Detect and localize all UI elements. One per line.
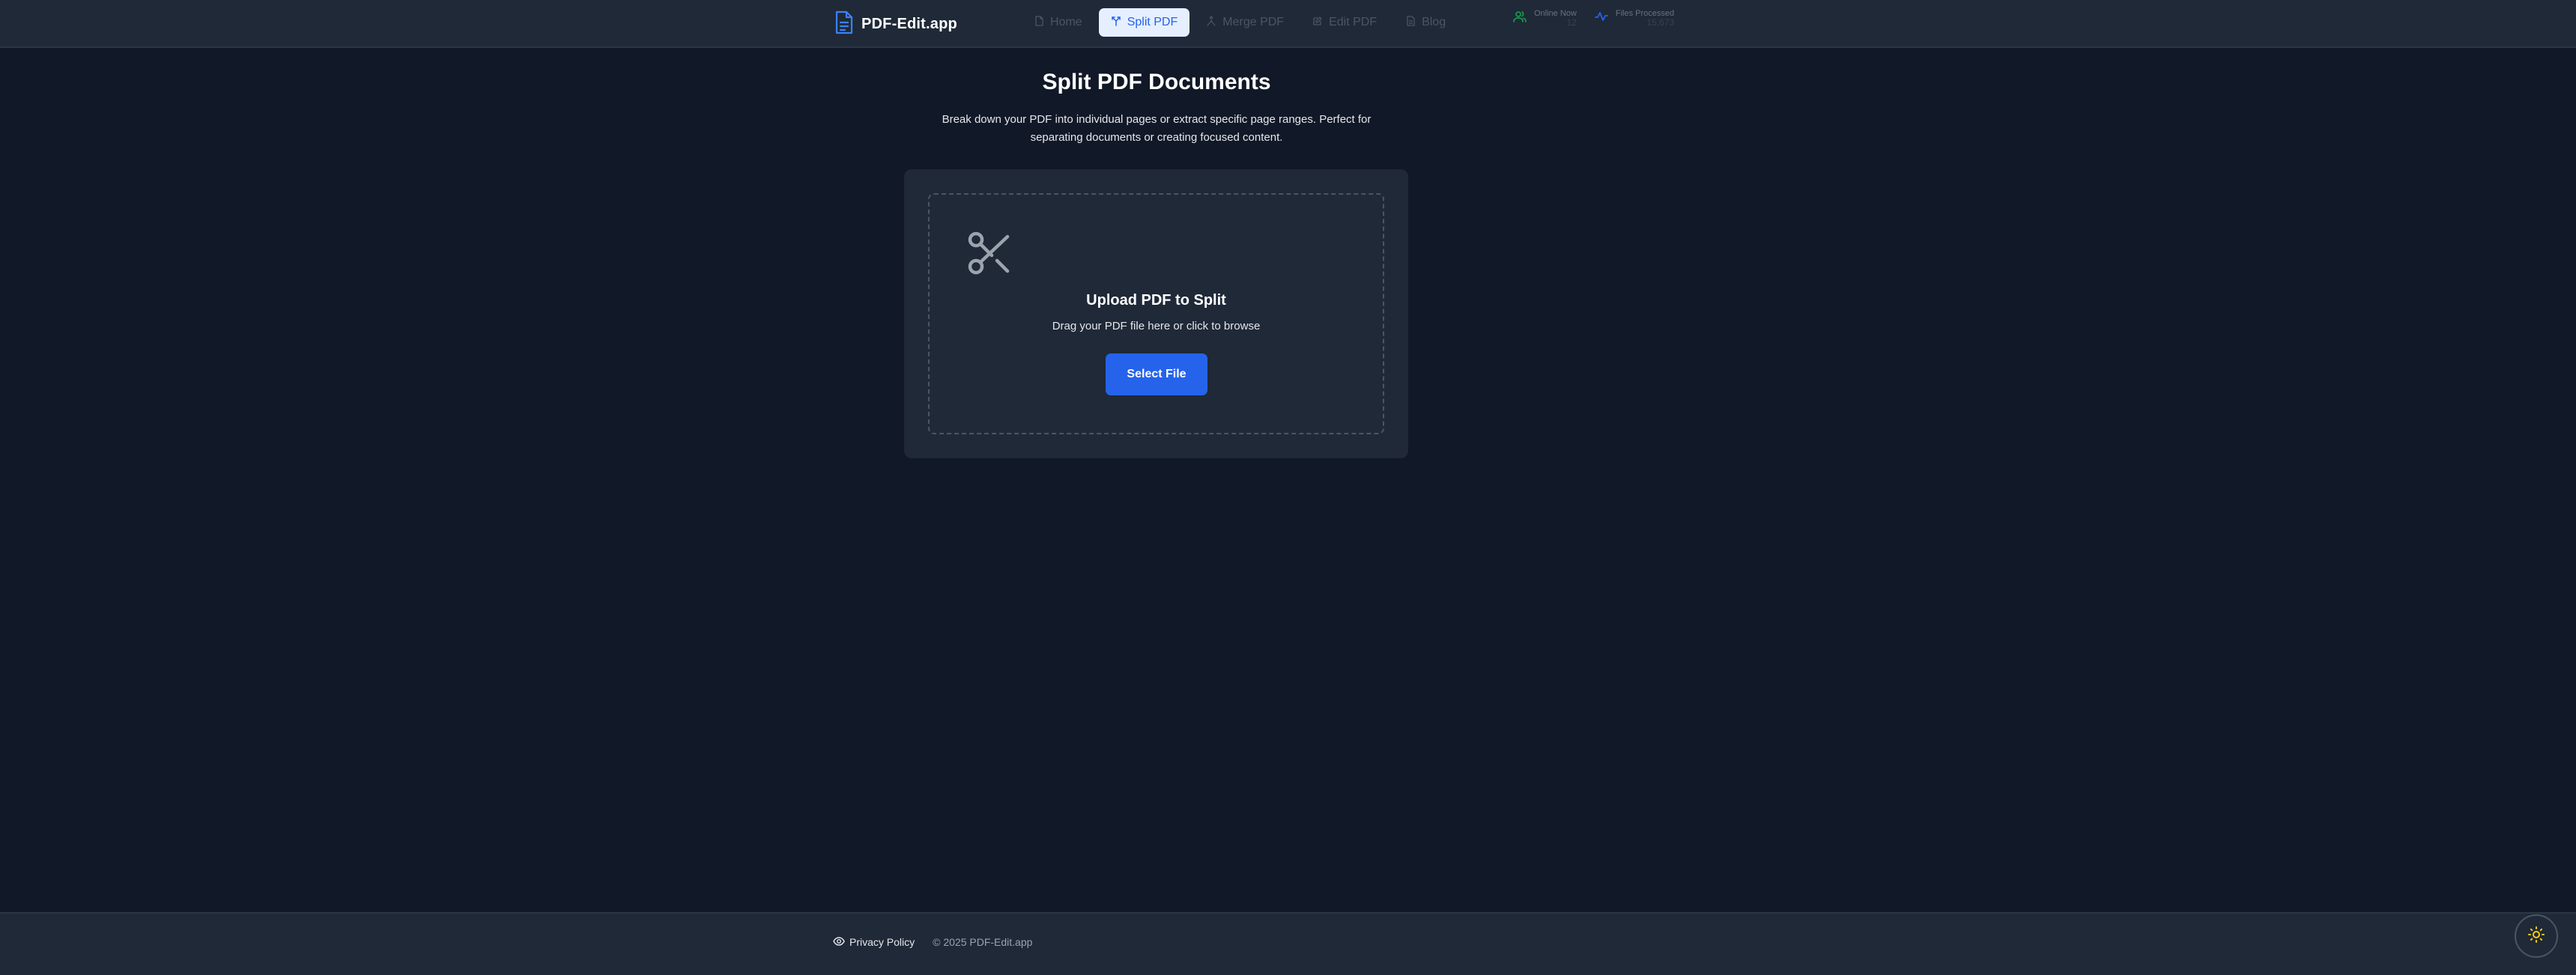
nav-edit-pdf[interactable]: Edit PDF <box>1300 8 1389 37</box>
merge-icon <box>1206 15 1216 30</box>
stat-online-now: Online Now 12 <box>1513 9 1577 28</box>
document-icon <box>834 10 854 38</box>
activity-icon <box>1594 10 1608 26</box>
nav-home-label: Home <box>1050 16 1082 28</box>
edit-icon <box>1312 16 1323 30</box>
file-icon <box>1034 15 1044 30</box>
main-nav: Home Split PDF Merge PDF Edit PDF Blog <box>1022 7 1458 37</box>
nav-edit-pdf-label: Edit PDF <box>1329 16 1378 28</box>
nav-merge-pdf[interactable]: Merge PDF <box>1194 8 1296 37</box>
pdf-dropzone[interactable]: Upload PDF to Split Drag your PDF file h… <box>928 193 1384 434</box>
upload-title: Upload PDF to Split <box>1086 292 1226 309</box>
nav-home[interactable]: Home <box>1022 8 1094 37</box>
stat-files-processed-value: 15,673 <box>1646 17 1675 28</box>
brand-logo-link[interactable]: PDF-Edit.app <box>834 10 957 38</box>
upload-hint: Drag your PDF file here or click to brow… <box>1052 320 1261 332</box>
stat-online-now-value: 12 <box>1566 17 1577 28</box>
page-title: Split PDF Documents <box>1042 70 1271 94</box>
privacy-policy-link[interactable]: Privacy Policy <box>833 936 915 948</box>
top-navbar: PDF-Edit.app Home Split PDF Merge PDF Ed… <box>0 0 2576 48</box>
header-stats: Online Now 12 Files Processed 15,673 <box>1513 9 1674 28</box>
nav-blog[interactable]: Blog <box>1393 8 1458 37</box>
split-icon <box>1111 16 1121 30</box>
stat-files-processed: Files Processed 15,673 <box>1594 9 1675 28</box>
page-subtitle: Break down your PDF into individual page… <box>942 113 1372 144</box>
nav-split-pdf[interactable]: Split PDF <box>1098 8 1190 37</box>
file-text-icon <box>1405 15 1416 30</box>
select-file-button[interactable]: Select File <box>1106 353 1207 395</box>
brand-name: PDF-Edit.app <box>861 15 957 32</box>
nav-split-pdf-label: Split PDF <box>1127 16 1178 28</box>
upload-card: Upload PDF to Split Drag your PDF file h… <box>904 169 1408 458</box>
eye-icon <box>833 936 845 948</box>
theme-toggle-button[interactable] <box>2515 914 2558 958</box>
privacy-policy-label: Privacy Policy <box>849 936 915 948</box>
scissors-icon <box>967 231 1012 276</box>
copyright-text: © 2025 PDF-Edit.app <box>933 936 1033 948</box>
footer: Privacy Policy © 2025 PDF-Edit.app <box>0 912 2576 975</box>
nav-merge-pdf-label: Merge PDF <box>1222 16 1285 28</box>
nav-blog-label: Blog <box>1422 16 1446 28</box>
users-icon <box>1513 10 1527 26</box>
sun-icon <box>2528 926 2545 947</box>
